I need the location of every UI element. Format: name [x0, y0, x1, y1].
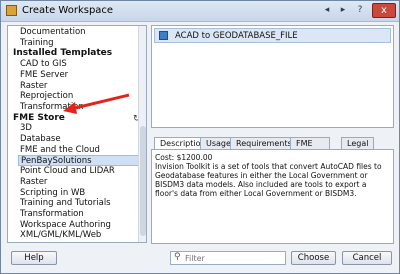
workspace-icon — [159, 31, 168, 40]
description-panel: Cost: $1200.00 Invision Toolkit is a set … — [151, 149, 394, 244]
tree-item[interactable]: XML/GML/KML/Web — [20, 230, 101, 241]
window-title: Create Workspace — [22, 5, 114, 16]
tree-item[interactable]: Transformation — [20, 209, 84, 220]
template-tree[interactable]: Documentation Training Installed Templates… — [7, 25, 147, 243]
cancel-button[interactable]: Cancel — [342, 251, 392, 265]
back-icon[interactable]: ◂ — [319, 4, 335, 17]
tab-requirements[interactable]: Requirements — [230, 137, 298, 149]
choose-button[interactable]: Choose — [291, 251, 336, 265]
template-list: ACAD to GEODATABASE_FILE — [151, 25, 394, 128]
tree-item[interactable]: FME Server — [20, 70, 68, 81]
tree-item[interactable]: PenBaySolutions — [18, 155, 143, 167]
template-tile[interactable]: ACAD to GEODATABASE_FILE — [154, 28, 391, 43]
create-workspace-dialog: Create Workspace ◂ ▸ ? x Documentation Tr… — [0, 0, 400, 274]
tree-item[interactable]: 3D — [20, 123, 32, 134]
tree-item[interactable]: Training and Tutorials — [20, 198, 111, 209]
tree-item[interactable]: Raster — [20, 177, 47, 188]
app-icon — [6, 5, 17, 16]
help-button[interactable]: Help — [11, 251, 57, 265]
close-button[interactable]: x — [372, 3, 396, 18]
description-line: Invision Toolkit is a set of tools that … — [155, 162, 382, 198]
tree-item[interactable]: Raster — [20, 81, 47, 92]
filter-field[interactable]: ⚲ — [170, 251, 286, 265]
description-text: Cost: $1200.00 Invision Toolkit is a set … — [155, 153, 391, 198]
tree-item[interactable]: FME and the Cloud — [20, 145, 100, 156]
tree-item[interactable]: Database — [20, 134, 61, 145]
title-bar: Create Workspace ◂ ▸ ? x — [1, 1, 399, 22]
tab-legal[interactable]: Legal — [341, 137, 375, 149]
forward-icon[interactable]: ▸ — [335, 4, 351, 17]
tree-category-header[interactable]: FME Store — [13, 113, 65, 124]
tab-fme-history[interactable]: FME History — [290, 137, 331, 159]
description-line: Cost: $1200.00 — [155, 153, 213, 162]
filter-input[interactable] — [185, 253, 283, 263]
tree-item[interactable]: Scripting in WB — [20, 188, 85, 199]
tree-item[interactable]: Workspace Authoring — [20, 220, 111, 231]
help-icon[interactable]: ? — [352, 4, 368, 17]
arrow-shaft — [70, 93, 130, 111]
tree-item[interactable]: Documentation — [20, 27, 86, 38]
scrollbar-thumb[interactable] — [140, 126, 146, 236]
tree-item[interactable]: Training — [20, 38, 54, 49]
annotation-arrow — [63, 93, 130, 114]
arrow-head — [63, 102, 77, 114]
tree-item[interactable]: CAD to GIS — [20, 59, 67, 70]
template-name: ACAD to GEODATABASE_FILE — [175, 31, 298, 41]
tree-category-header[interactable]: Installed Templates — [13, 48, 112, 59]
search-icon: ⚲ — [174, 252, 181, 262]
tree-item[interactable]: Point Cloud and LIDAR — [20, 166, 115, 177]
tree-scrollbar[interactable] — [138, 26, 146, 242]
